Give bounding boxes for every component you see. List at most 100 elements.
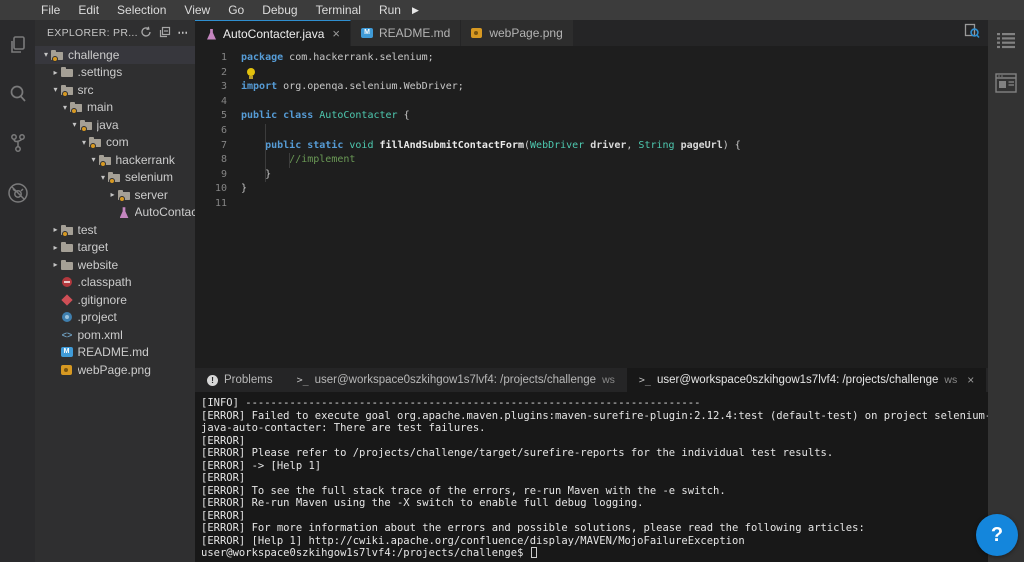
- terminal-line: [ERROR]: [201, 510, 988, 523]
- tree-item-target[interactable]: ▸ target: [35, 239, 195, 257]
- tree-item-challenge[interactable]: ▾ challenge: [35, 46, 195, 64]
- help-button[interactable]: ?: [976, 514, 1018, 556]
- source-control-icon[interactable]: [7, 132, 29, 159]
- tree-item-label: .settings: [78, 65, 123, 79]
- line-number: 4: [195, 95, 241, 110]
- more-actions-icon[interactable]: ⋯: [178, 27, 190, 39]
- tree-item-main[interactable]: ▾ main: [35, 99, 195, 117]
- chevron-collapsed-icon[interactable]: ▸: [51, 260, 61, 269]
- java-file-icon: [205, 28, 218, 40]
- tree-item-label: com: [106, 135, 129, 149]
- terminal-line: [ERROR] To see the full stack trace of t…: [201, 485, 988, 498]
- chevron-collapsed-icon[interactable]: ▸: [51, 225, 61, 234]
- menu-item-run[interactable]: Run: [370, 1, 410, 19]
- tree-item-server[interactable]: ▸ server: [35, 186, 195, 204]
- tree-item-label: challenge: [68, 48, 119, 62]
- xml-icon: <>: [61, 329, 74, 341]
- panel-tab-terminal-1[interactable]: >_ user@workspace0szkihgow1s7lvf4: /proje…: [285, 368, 627, 392]
- menu-item-selection[interactable]: Selection: [108, 1, 175, 19]
- badge-dot: [52, 56, 58, 62]
- panel-tab-label: user@workspace0szkihgow1s7lvf4: /project…: [315, 374, 596, 386]
- tree-item-pom-xml[interactable]: <>pom.xml: [35, 326, 195, 344]
- collapse-all-icon[interactable]: [159, 26, 171, 41]
- chevron-expanded-icon[interactable]: ▾: [41, 50, 51, 59]
- close-tab-icon[interactable]: ×: [332, 26, 340, 41]
- terminal-output[interactable]: [INFO] ---------------------------------…: [195, 392, 988, 562]
- folder-icon: [61, 66, 74, 78]
- problems-icon: !: [207, 375, 218, 386]
- tree-item--gitignore[interactable]: .gitignore: [35, 291, 195, 309]
- files-icon[interactable]: [7, 34, 29, 61]
- tree-item-selenium[interactable]: ▾selenium: [35, 169, 195, 187]
- tree-item-src[interactable]: ▾src: [35, 81, 195, 99]
- tree-item-com[interactable]: ▾ com: [35, 134, 195, 152]
- chevron-expanded-icon[interactable]: ▾: [89, 155, 99, 164]
- chevron-expanded-icon[interactable]: ▾: [51, 85, 61, 94]
- folder-icon: [61, 224, 74, 236]
- editor-tab-autocontacter-java[interactable]: AutoContacter.java×: [195, 20, 351, 46]
- terminal-icon: >_: [297, 375, 309, 386]
- chevron-collapsed-icon[interactable]: ▸: [51, 243, 61, 252]
- classpath-icon: [61, 276, 74, 288]
- lightbulb-icon[interactable]: [247, 68, 255, 76]
- folder-icon: [108, 171, 121, 183]
- panel-tabbar: ! Problems >_ user@workspace0szkihgow1s7lvf…: [195, 368, 988, 392]
- code-line: }: [241, 168, 988, 183]
- menu-item-view[interactable]: View: [175, 1, 219, 19]
- editor-tab-webpage-png[interactable]: webPage.png: [461, 20, 573, 46]
- tree-item-java[interactable]: ▾ java: [35, 116, 195, 134]
- tree-item--project[interactable]: .project: [35, 309, 195, 327]
- menu-item-terminal[interactable]: Terminal: [307, 1, 370, 19]
- plugins-view-icon[interactable]: [995, 73, 1017, 98]
- tree-item-label: webPage.png: [78, 363, 151, 377]
- tree-item-webpage-png[interactable]: webPage.png: [35, 361, 195, 379]
- tree-item-label: target: [78, 240, 109, 254]
- tree-item-label: AutoContacter.jav: [135, 205, 196, 219]
- chevron-collapsed-icon[interactable]: ▸: [108, 190, 118, 199]
- tree-item-test[interactable]: ▸test: [35, 221, 195, 239]
- chevron-expanded-icon[interactable]: ▾: [60, 103, 70, 112]
- line-number: 9: [195, 168, 241, 183]
- search-icon[interactable]: [7, 83, 29, 110]
- chevron-expanded-icon[interactable]: ▾: [70, 120, 80, 129]
- refresh-icon[interactable]: [140, 26, 152, 41]
- tree-item-label: README.md: [78, 345, 149, 359]
- close-tab-icon[interactable]: ×: [967, 373, 974, 387]
- tree-item-label: main: [87, 100, 113, 114]
- code-editor[interactable]: 1234567891011 package com.hackerrank.sel…: [195, 46, 988, 368]
- chevron-expanded-icon[interactable]: ▾: [98, 173, 108, 182]
- panel-tab-label: Problems: [224, 374, 273, 386]
- debug-disabled-icon[interactable]: [6, 181, 30, 210]
- panel-tab-terminal-2[interactable]: >_user@workspace0szkihgow1s7lvf4: /proje…: [627, 368, 986, 392]
- chevron-expanded-icon[interactable]: ▾: [79, 138, 89, 147]
- folder-icon: [80, 119, 93, 131]
- code-line: package com.hackerrank.selenium;: [241, 51, 988, 66]
- tree-item--settings[interactable]: ▸ .settings: [35, 64, 195, 82]
- run-play-icon[interactable]: ▶: [412, 5, 419, 16]
- menu-item-debug[interactable]: Debug: [253, 1, 306, 19]
- java-icon: [118, 206, 131, 218]
- tree-item-website[interactable]: ▸website: [35, 256, 195, 274]
- file-tree: ▾challenge▸.settings▾src▾main▾java▾com▾h…: [35, 46, 195, 562]
- badge-dot: [81, 126, 87, 132]
- line-number: 8: [195, 153, 241, 168]
- tree-item-label: java: [97, 118, 119, 132]
- editor-group: AutoContacter.java×README.mdwebPage.png …: [195, 20, 988, 562]
- badge-dot: [90, 143, 96, 149]
- menu-item-file[interactable]: File: [32, 1, 69, 19]
- code-line: [241, 124, 988, 139]
- terminal-line: [ERROR] For more information about the e…: [201, 522, 988, 535]
- editor-tab-readme-md[interactable]: README.md: [351, 20, 461, 46]
- menu-item-edit[interactable]: Edit: [69, 1, 108, 19]
- menu-item-go[interactable]: Go: [219, 1, 253, 19]
- chevron-collapsed-icon[interactable]: ▸: [51, 68, 61, 77]
- search-preview-icon[interactable]: [964, 23, 980, 44]
- tree-item-hackerrank[interactable]: ▾hackerrank: [35, 151, 195, 169]
- tree-item-readme-md[interactable]: README.md: [35, 344, 195, 362]
- tree-item--classpath[interactable]: .classpath: [35, 274, 195, 292]
- tree-item-autocontacter-jav[interactable]: AutoContacter.jav: [35, 204, 195, 222]
- tree-item-label: .classpath: [78, 275, 132, 289]
- panel-tab-problems[interactable]: ! Problems: [195, 368, 285, 392]
- outline-icon[interactable]: [996, 32, 1016, 55]
- tree-item-label: server: [135, 188, 168, 202]
